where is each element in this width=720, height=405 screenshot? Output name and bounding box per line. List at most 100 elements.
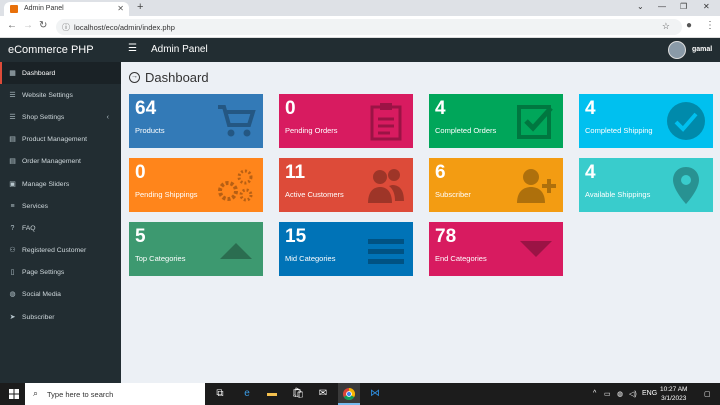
stat-card-mid-categories[interactable]: 15 Mid Categories — [279, 222, 413, 276]
stat-value: 64 — [135, 98, 157, 119]
stat-card-subscriber[interactable]: 6 Subscriber — [429, 158, 563, 212]
stat-value: 4 — [585, 162, 596, 183]
taskbar-search-input[interactable]: ⌕ Type here to search — [25, 383, 205, 405]
stat-value: 11 — [285, 162, 306, 183]
sidebar-item-manage-sliders[interactable]: ▣ Manage Sliders — [0, 173, 121, 195]
stat-card-pending-shippings[interactable]: 0 Pending Shippings — [129, 158, 263, 212]
stat-value: 5 — [135, 226, 146, 247]
sidebar-item-subscriber[interactable]: ➤ Subscriber — [0, 306, 121, 328]
stat-card-top-categories[interactable]: 5 Top Categories — [129, 222, 263, 276]
clock-time: 10:27 AM — [660, 386, 688, 393]
clipboard-icon — [370, 103, 402, 141]
stat-value: 78 — [435, 226, 457, 247]
search-placeholder: Type here to search — [47, 390, 114, 399]
windows-start-icon[interactable] — [9, 389, 19, 399]
bookmark-star-icon[interactable]: ☆ — [662, 21, 670, 32]
main-content: → Dashboard 64 Products 0 Pending Orders… — [121, 62, 720, 383]
profile-icon[interactable]: ● — [686, 20, 692, 31]
network-icon[interactable]: ◍ — [617, 390, 623, 398]
sidebar-item-order-management[interactable]: ▤ Order Management — [0, 151, 121, 173]
volume-icon[interactable]: ◁) — [629, 390, 637, 398]
back-icon[interactable]: ← — [7, 20, 17, 31]
sliders-icon: ☰ — [9, 91, 16, 99]
stat-card-products[interactable]: 64 Products — [129, 94, 263, 148]
minimize-icon[interactable]: — — [658, 2, 666, 11]
sidebar-item-shop-settings[interactable]: ☰ Shop Settings ‹ — [0, 106, 121, 128]
dashboard-icon: ▦ — [9, 69, 16, 77]
order-icon: ▤ — [9, 158, 16, 166]
clock[interactable]: 10:27 AM 3/1/2023 — [660, 385, 687, 403]
page-title: Dashboard — [145, 70, 209, 85]
file-explorer-icon[interactable]: ▬ — [265, 387, 279, 401]
check-square-icon — [517, 105, 553, 139]
stat-label: Completed Orders — [435, 126, 497, 135]
clock-date: 3/1/2023 — [661, 395, 687, 402]
close-tab-icon[interactable]: ✕ — [117, 4, 124, 13]
stat-card-available-shippings[interactable]: 4 Available Shippings — [579, 158, 713, 212]
stat-card-pending-orders[interactable]: 0 Pending Orders — [279, 94, 413, 148]
header-title: Admin Panel — [151, 44, 208, 55]
cogs-icon — [218, 169, 253, 202]
notifications-icon[interactable]: ▢ — [704, 390, 711, 398]
arrow-circle-icon: → — [129, 72, 140, 83]
reload-icon[interactable]: ↻ — [39, 20, 47, 31]
task-view-icon[interactable]: ⧉ — [213, 387, 227, 401]
battery-icon[interactable]: ▭ — [604, 390, 611, 398]
map-marker-icon — [673, 167, 699, 204]
stat-label: Completed Shipping — [585, 126, 653, 135]
sidebar-item-page-settings[interactable]: ▯ Page Settings — [0, 262, 121, 284]
address-bar[interactable]: ⓘ localhost/eco/admin/index.php ☆ — [56, 19, 682, 35]
close-window-icon[interactable]: ✕ — [703, 2, 710, 11]
sidebar-item-services[interactable]: ≡ Services — [0, 195, 121, 217]
forward-icon[interactable]: → — [23, 20, 33, 31]
send-icon: ➤ — [9, 313, 16, 321]
avatar[interactable] — [668, 41, 686, 59]
edge-icon[interactable]: e — [240, 387, 254, 401]
user-name[interactable]: gamal — [692, 46, 712, 53]
browser-toolbar: ← → ↻ ⓘ localhost/eco/admin/index.php ☆ … — [0, 16, 720, 38]
sidebar-item-dashboard[interactable]: ▦ Dashboard — [0, 62, 121, 85]
sidebar-item-website-settings[interactable]: ☰ Website Settings — [0, 84, 121, 106]
stat-label: Subscriber — [435, 190, 471, 199]
sidebar: ▦ Dashboard ☰ Website Settings ☰ Shop Setti… — [0, 62, 121, 383]
search-icon: ⌕ — [33, 388, 39, 398]
sidebar-item-faq[interactable]: ? FAQ — [0, 217, 121, 239]
stat-card-completed-shipping[interactable]: 4 Completed Shipping — [579, 94, 713, 148]
stat-value: 6 — [435, 162, 446, 183]
maximize-icon[interactable]: ❐ — [680, 2, 687, 11]
stat-label: Active Customers — [285, 190, 344, 199]
info-icon: ⓘ — [62, 23, 70, 32]
vscode-icon[interactable]: ⋈ — [368, 387, 382, 401]
sidebar-item-social-media[interactable]: ◍ Social Media — [0, 284, 121, 306]
windows-taskbar: ⌕ Type here to search ⧉ e ▬ 🛍 ✉ ⋈ ^ ▭ ◍ … — [0, 383, 720, 405]
stat-card-active-customers[interactable]: 11 Active Customers — [279, 158, 413, 212]
chevron-up-icon[interactable]: ^ — [593, 390, 596, 397]
bars-icon — [368, 239, 404, 264]
chevron-down-icon[interactable]: ⌄ — [637, 2, 644, 11]
check-circle-icon — [667, 102, 705, 140]
stat-card-completed-orders[interactable]: 4 Completed Orders — [429, 94, 563, 148]
tab-title: Admin Panel — [24, 5, 64, 12]
store-icon[interactable]: 🛍 — [291, 387, 305, 401]
stat-label: Available Shippings — [585, 190, 651, 199]
stat-card-end-categories[interactable]: 78 End Categories — [429, 222, 563, 276]
globe-icon: ◍ — [9, 291, 16, 299]
address-text: localhost/eco/admin/index.php — [74, 23, 175, 32]
stat-value: 15 — [285, 226, 307, 247]
user-plus-icon — [517, 169, 556, 203]
sidebar-item-product-management[interactable]: ▤ Product Management — [0, 129, 121, 151]
list-icon: ≡ — [10, 202, 15, 210]
new-tab-icon[interactable]: + — [137, 1, 143, 13]
users-icon — [368, 169, 404, 203]
stat-label: Pending Orders — [285, 126, 338, 135]
brand-logo[interactable]: eCommerce PHP — [0, 38, 121, 62]
hamburger-menu-icon[interactable]: ☰ — [128, 43, 137, 54]
mail-icon[interactable]: ✉ — [316, 387, 330, 401]
chrome-icon[interactable] — [342, 387, 356, 401]
menu-dots-icon[interactable]: ⋮ — [705, 20, 715, 31]
app-header: eCommerce PHP ☰ Admin Panel gamal — [0, 38, 720, 62]
stat-label: End Categories — [435, 254, 487, 263]
browser-tab[interactable]: Admin Panel ✕ — [4, 2, 129, 16]
sidebar-item-registered-customer[interactable]: ⚇ Registered Customer — [0, 240, 121, 262]
language-indicator[interactable]: ENG — [642, 390, 657, 397]
